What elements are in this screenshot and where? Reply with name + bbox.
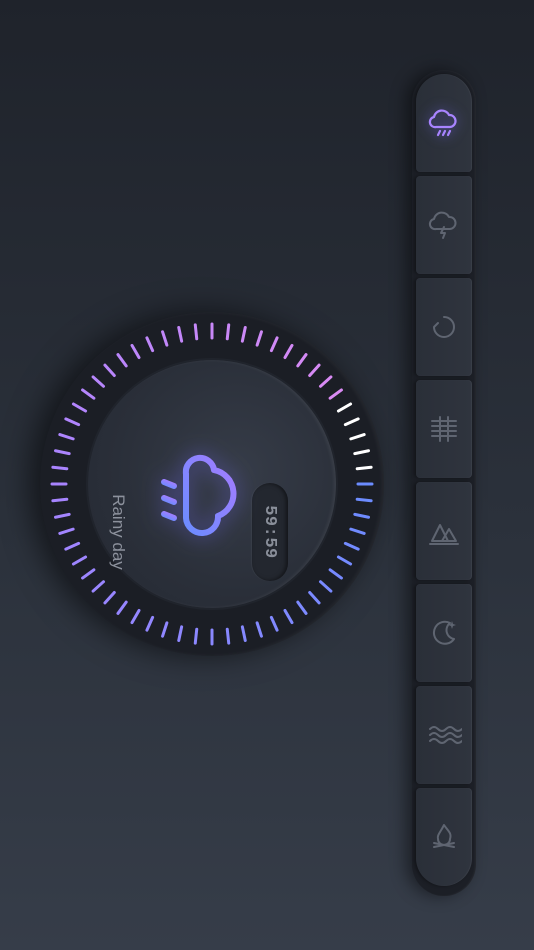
scene-button-night[interactable] — [416, 584, 472, 682]
progress-tick — [177, 325, 184, 343]
progress-tick — [58, 527, 75, 535]
scene-button-fog[interactable] — [416, 380, 472, 478]
progress-tick — [81, 568, 96, 580]
progress-tick — [64, 417, 81, 427]
progress-tick — [353, 449, 371, 456]
app-stage: 59:59 Rainy day — [0, 0, 534, 950]
progress-tick — [58, 433, 75, 441]
progress-tick — [53, 512, 71, 519]
progress-tick — [336, 555, 353, 566]
progress-tick — [193, 627, 199, 645]
progress-tick — [240, 325, 247, 343]
progress-tick — [296, 600, 308, 615]
progress-tick — [355, 497, 373, 503]
progress-tick — [318, 375, 333, 388]
progress-tick — [349, 527, 366, 535]
cloud-rain-icon — [161, 454, 237, 536]
progress-tick — [318, 580, 333, 593]
fog-lines-icon — [431, 416, 457, 442]
progress-tick — [51, 497, 69, 503]
progress-tick — [343, 417, 360, 427]
progress-tick — [343, 541, 360, 551]
progress-tick — [91, 580, 106, 593]
progress-tick — [269, 615, 279, 632]
progress-tick — [296, 353, 308, 368]
progress-tick — [193, 323, 199, 341]
scene-button-ocean[interactable] — [416, 686, 472, 784]
progress-tick — [161, 621, 169, 638]
progress-tick — [53, 449, 71, 456]
progress-tick — [225, 323, 231, 341]
scene-button-wind[interactable] — [416, 278, 472, 376]
progress-tick — [81, 388, 96, 400]
progress-tick — [269, 336, 279, 353]
progress-tick — [145, 615, 155, 632]
progress-tick — [336, 402, 353, 413]
progress-tick — [283, 608, 294, 625]
progress-tick — [51, 465, 69, 471]
scene-button-rainy-day[interactable] — [416, 74, 472, 172]
progress-tick — [353, 512, 371, 519]
timer-dial[interactable]: 59:59 Rainy day — [40, 312, 384, 656]
progress-tick — [130, 608, 141, 625]
progress-tick — [308, 590, 321, 605]
progress-tick — [355, 465, 373, 471]
progress-tick — [161, 330, 169, 347]
cloud-lightning-icon — [428, 211, 457, 239]
progress-tick — [349, 433, 366, 441]
progress-tick — [177, 625, 184, 643]
cloud-rain-icon — [428, 109, 457, 137]
progress-tick — [130, 343, 141, 360]
dial-center: 59:59 Rainy day — [88, 360, 336, 608]
progress-tick — [225, 627, 231, 645]
progress-tick — [283, 343, 294, 360]
campfire-icon — [433, 824, 455, 848]
crescent-moon-icon — [433, 620, 456, 645]
scene-selector — [412, 70, 476, 896]
progress-tick — [240, 625, 247, 643]
timer-readout[interactable]: 59:59 — [252, 483, 288, 581]
progress-tick — [91, 375, 106, 388]
progress-tick — [255, 330, 263, 347]
scene-button-fireplace[interactable] — [416, 788, 472, 886]
weather-label: Rainy day — [109, 494, 128, 570]
scene-button-thunderstorm[interactable] — [416, 176, 472, 274]
progress-tick — [145, 336, 155, 353]
progress-tick — [308, 363, 321, 378]
progress-tick — [71, 555, 88, 566]
progress-tick — [328, 568, 343, 580]
waves-icon — [429, 726, 462, 744]
progress-tick — [255, 621, 263, 638]
progress-tick — [64, 541, 81, 551]
progress-tick — [328, 388, 343, 400]
progress-tick — [71, 402, 88, 413]
wind-spiral-icon — [433, 316, 455, 338]
forest-trees-icon — [429, 524, 459, 545]
scene-button-forest[interactable] — [416, 482, 472, 580]
